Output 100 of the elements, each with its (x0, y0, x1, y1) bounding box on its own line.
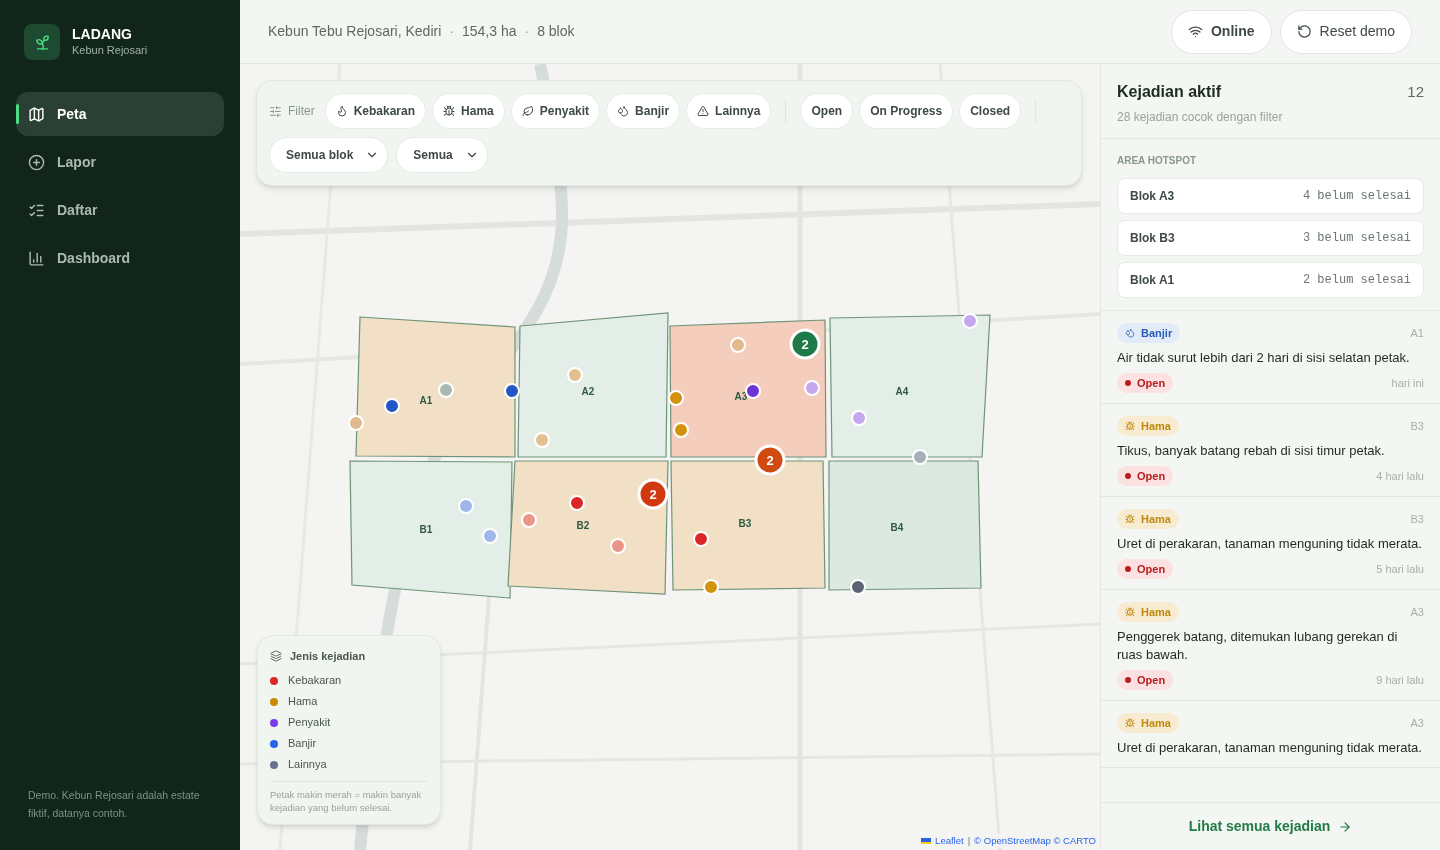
legend-label: Lainnya (288, 757, 327, 773)
status-badge: Open (1117, 559, 1174, 579)
incident-time: 5 hari lalu (1376, 561, 1424, 577)
estate-location: Kebun Tebu Rejosari, Kediri (268, 22, 442, 41)
incident-card[interactable]: Hama A3 Penggerek batang, ditemukan lubang gerekan di ruas bawah. Open 9 hari lalu (1101, 590, 1440, 701)
incident-card[interactable]: Hama B3 Tikus, banyak batang rebah di sisi timur petak. Open 4 hari lalu (1101, 404, 1440, 497)
leaflet-link[interactable]: Leaflet (935, 833, 964, 848)
incident-marker[interactable] (610, 538, 626, 554)
field-block[interactable] (828, 460, 982, 591)
type-filter-chip[interactable]: Hama (432, 93, 505, 129)
arrow-right-icon (1338, 819, 1353, 834)
attribution-separator: | (967, 833, 971, 848)
cluster-marker[interactable]: 2 (754, 444, 786, 476)
active-count: 12 (1407, 81, 1424, 102)
nav-item[interactable]: Dashboard (16, 236, 224, 280)
incident-marker[interactable] (534, 432, 550, 448)
type-badge: Hama (1117, 713, 1179, 733)
cluster-marker[interactable]: 2 (789, 328, 821, 360)
cluster-marker[interactable]: 2 (637, 478, 669, 510)
incident-marker[interactable] (804, 380, 820, 396)
status-filter-chip[interactable]: Closed (959, 93, 1022, 129)
sidebar-note: Demo. Kebun Rejosari adalah estate fiktif, datanya contoh. (27, 788, 201, 821)
bug-icon (443, 105, 456, 117)
incident-block-label: A3 (1410, 604, 1424, 620)
incident-marker[interactable] (458, 498, 474, 514)
separator-dot: · (524, 22, 530, 41)
section-title: AREA HOTSPOT (1117, 154, 1198, 168)
incident-description: Air tidak surut lebih dari 2 hari di sisi selatan petak. (1117, 349, 1411, 367)
type-badge: Banjir (1117, 323, 1181, 343)
incident-marker[interactable] (504, 383, 520, 399)
incident-marker[interactable] (912, 449, 928, 465)
panel-subtitle: 28 kejadian cocok dengan filter (1117, 109, 1284, 126)
block-label: A4 (895, 386, 909, 397)
dropdown-select[interactable]: Semua blok (269, 137, 389, 173)
incident-marker[interactable] (348, 415, 364, 431)
nav-item[interactable]: Lapor (16, 140, 224, 184)
block-count: 8 blok (537, 22, 575, 41)
incident-block-label: A1 (1410, 325, 1424, 341)
type-filter-chip[interactable]: Penyakit (510, 93, 601, 129)
incident-block-label: B3 (1410, 418, 1424, 434)
bar-chart-icon (28, 249, 45, 267)
reset-icon (1296, 24, 1312, 39)
incident-marker[interactable] (730, 337, 746, 353)
block-label: B2 (576, 520, 590, 531)
nav-item[interactable]: Daftar (16, 188, 224, 232)
incident-card[interactable]: Banjir A1 Air tidak surut lebih dari 2 hari di sisi selatan petak. Open hari ini (1101, 311, 1440, 404)
type-filter-chip[interactable]: Banjir (606, 93, 681, 129)
incident-marker[interactable] (384, 398, 400, 414)
field-block[interactable] (517, 312, 669, 458)
incident-marker[interactable] (567, 367, 583, 383)
status-filter-chip[interactable]: On Progress (859, 93, 954, 129)
hotspot-row[interactable]: Blok A1 2 belum selesai (1117, 262, 1424, 298)
legend-label: Banjir (288, 736, 317, 752)
hotspot-count: 4 belum selesai (1302, 188, 1411, 205)
view-all-link[interactable]: Lihat semua kejadian (1101, 802, 1440, 850)
incident-marker[interactable] (850, 579, 866, 595)
incident-marker[interactable] (668, 390, 684, 406)
separator-dot: · (449, 22, 454, 41)
incident-time: 9 hari lalu (1376, 672, 1424, 688)
incident-marker[interactable] (745, 383, 761, 399)
dropdown-select[interactable]: Semua (396, 137, 488, 173)
type-badge: Hama (1117, 602, 1179, 622)
incident-marker[interactable] (693, 531, 709, 547)
field-block[interactable] (355, 316, 516, 458)
legend-label: Penyakit (288, 715, 331, 731)
flag-icon (921, 837, 932, 844)
brand-subtitle: Kebun Rejosari (72, 42, 148, 58)
incident-time: hari ini (1391, 375, 1424, 391)
field-block[interactable] (829, 314, 991, 458)
block-label: A3 (734, 391, 748, 402)
incident-marker[interactable] (851, 410, 867, 426)
incident-marker[interactable] (673, 422, 689, 438)
incident-marker[interactable] (438, 382, 454, 398)
incident-description: Uret di perakaran, tanaman menguning tidak merata. (1117, 739, 1423, 757)
online-button[interactable]: Online (1170, 9, 1272, 54)
hotspot-row[interactable]: Blok B3 3 belum selesai (1117, 220, 1424, 256)
type-filter-chip[interactable]: Kebakaran (324, 93, 427, 129)
type-badge: Hama (1117, 416, 1179, 436)
status-filter-chip[interactable]: Open (800, 93, 854, 129)
hotspot-block-label: Blok B3 (1130, 230, 1175, 247)
incident-card[interactable]: Hama A3 Uret di perakaran, tanaman menguning tidak merata. (1101, 701, 1440, 768)
droplets-icon (617, 105, 630, 117)
incident-card[interactable]: Hama B3 Uret di perakaran, tanaman menguning tidak merata. Open 5 hari lalu (1101, 497, 1440, 590)
block-label: B3 (738, 518, 752, 529)
incident-marker[interactable] (962, 313, 978, 329)
nav-item[interactable]: Peta (16, 92, 224, 136)
legend-title: Jenis kejadian (290, 648, 366, 664)
type-badge: Hama (1117, 509, 1179, 529)
hotspot-count: 2 belum selesai (1302, 272, 1411, 289)
type-filter-chip[interactable]: Lainnya (686, 93, 772, 129)
incident-marker[interactable] (569, 495, 585, 511)
incident-marker[interactable] (703, 579, 719, 595)
filter-label: Filter (288, 103, 316, 120)
block-label: A2 (581, 386, 595, 397)
field-block[interactable] (349, 460, 513, 599)
incident-marker[interactable] (521, 512, 537, 528)
hotspot-row[interactable]: Blok A3 4 belum selesai (1117, 178, 1424, 214)
layers-icon (270, 649, 282, 662)
incident-marker[interactable] (482, 528, 498, 544)
reset-demo-button[interactable]: Reset demo (1279, 9, 1412, 54)
